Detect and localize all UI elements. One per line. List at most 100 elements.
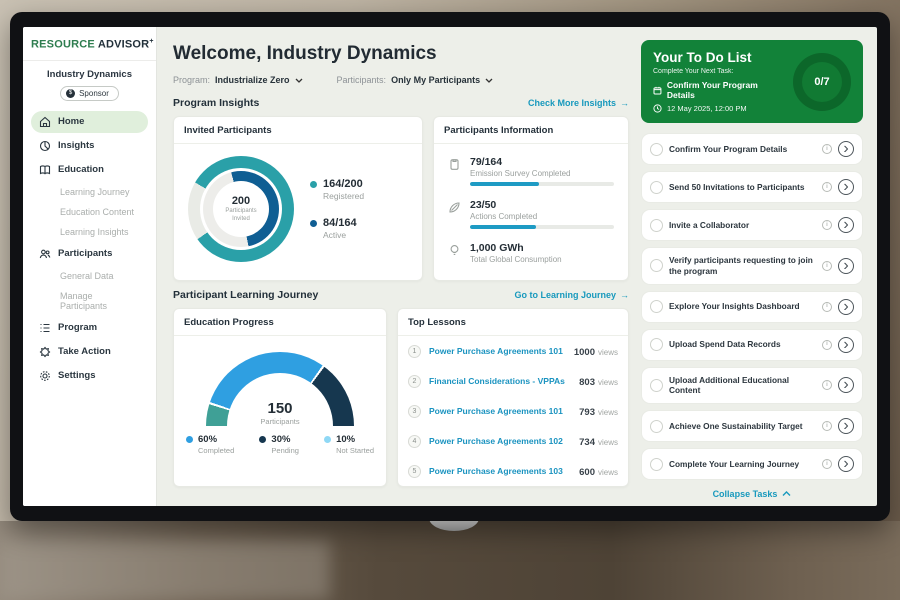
- legend-dot: [186, 436, 193, 443]
- info-icon[interactable]: i: [822, 182, 832, 192]
- gauge-center-label: Participants: [206, 417, 354, 426]
- chevron-right-icon: ›: [843, 417, 848, 435]
- progress-bar-fill: [470, 182, 539, 186]
- lesson-views: 793: [579, 407, 595, 418]
- logo-superscript: +: [149, 38, 153, 45]
- task-checkbox[interactable]: [650, 300, 663, 313]
- task-open-button[interactable]: ›: [838, 337, 854, 353]
- chevron-down-icon: [485, 78, 493, 83]
- sidebar-item-settings[interactable]: Settings: [31, 365, 148, 387]
- chevron-right-icon: ›: [843, 455, 848, 473]
- program-filter-value: Industrialize Zero: [215, 75, 290, 85]
- collapse-tasks-link[interactable]: Collapse Tasks: [641, 489, 863, 499]
- task-checkbox[interactable]: [650, 458, 663, 471]
- monitor-bezel: RESOURCE ADVISOR+ Industry Dynamics $ Sp…: [10, 12, 890, 521]
- lesson-rank: 3: [408, 405, 421, 418]
- todo-next-task: Confirm Your Program Details: [667, 80, 787, 100]
- calendar-icon: [653, 86, 662, 95]
- task-open-button[interactable]: ›: [838, 377, 854, 393]
- section-title: Program Insights: [173, 97, 259, 109]
- sidebar-item-insights[interactable]: Insights: [31, 135, 148, 157]
- legend-value: 84/164: [323, 217, 357, 229]
- info-icon[interactable]: i: [822, 302, 832, 312]
- sponsor-badge-label: Sponsor: [79, 89, 109, 98]
- task-checkbox[interactable]: [650, 219, 663, 232]
- info-icon[interactable]: i: [822, 421, 832, 431]
- lesson-link[interactable]: Financial Considerations - VPPAs: [429, 376, 571, 386]
- check-more-insights-link[interactable]: Check More Insights →: [528, 98, 629, 108]
- task-open-button[interactable]: ›: [838, 141, 854, 157]
- journey-cards-row: Education Progress 150 Participants 60%: [173, 308, 629, 487]
- sidebar-item-manage-participants[interactable]: Manage Participants: [31, 287, 148, 315]
- info-icon[interactable]: i: [822, 220, 832, 230]
- task-open-button[interactable]: ›: [838, 456, 854, 472]
- sidebar-item-learning-journey[interactable]: Learning Journey: [31, 183, 148, 201]
- top-lessons-card: Top Lessons 1 Power Purchase Agreements …: [397, 308, 629, 487]
- task-checkbox[interactable]: [650, 379, 663, 392]
- task-label: Upload Additional Educational Content: [669, 375, 816, 397]
- participants-filter-label: Participants:: [337, 75, 387, 85]
- clock-icon: [653, 104, 662, 113]
- legend-label: Pending: [271, 446, 299, 455]
- sidebar-item-education[interactable]: Education: [31, 159, 148, 181]
- lesson-link[interactable]: Power Purchase Agreements 101: [429, 406, 571, 416]
- lesson-link[interactable]: Power Purchase Agreements 103: [429, 466, 571, 476]
- sidebar-item-participants[interactable]: Participants: [31, 243, 148, 265]
- info-icon[interactable]: i: [822, 261, 832, 271]
- bulb-icon: [448, 244, 461, 257]
- task-open-button[interactable]: ›: [838, 299, 854, 315]
- task-open-button[interactable]: ›: [838, 418, 854, 434]
- views-label: views: [598, 408, 618, 417]
- info-icon[interactable]: i: [822, 144, 832, 154]
- info-icon[interactable]: i: [822, 340, 832, 350]
- participants-filter[interactable]: Participants: Only My Participants: [337, 75, 494, 85]
- stat-value: 23/50: [470, 199, 614, 211]
- stats-list: 79/164 Emission Survey Completed 23/50 A…: [434, 144, 628, 280]
- learning-journey-section: Participant Learning Journey Go to Learn…: [173, 289, 629, 301]
- lesson-link[interactable]: Power Purchase Agreements 102: [429, 436, 571, 446]
- progress-bar-track: [470, 225, 614, 229]
- sidebar-item-program[interactable]: Program: [31, 317, 148, 339]
- survey-icon: [448, 158, 461, 171]
- link-label: Go to Learning Journey: [514, 290, 616, 300]
- legend-value: 30%: [271, 434, 299, 445]
- legend-item-registered: 164/200 Registered: [310, 178, 364, 201]
- views-label: views: [598, 348, 618, 357]
- task-label: Verify participants requesting to join t…: [669, 255, 816, 277]
- task-checkbox[interactable]: [650, 338, 663, 351]
- go-to-learning-journey-link[interactable]: Go to Learning Journey →: [514, 290, 629, 300]
- task-open-button[interactable]: ›: [838, 258, 854, 274]
- stat-total-consumption: 1,000 GWh Total Global Consumption: [448, 242, 614, 268]
- sidebar-item-education-content[interactable]: Education Content: [31, 203, 148, 221]
- lesson-link[interactable]: Power Purchase Agreements 101: [429, 346, 566, 356]
- stat-label: Actions Completed: [470, 212, 614, 221]
- info-icon[interactable]: i: [822, 459, 832, 469]
- chevron-right-icon: ›: [843, 257, 848, 275]
- task-row: Confirm Your Program Details i ›: [641, 133, 863, 165]
- task-open-button[interactable]: ›: [838, 217, 854, 233]
- task-checkbox[interactable]: [650, 143, 663, 156]
- dashboard-screen: RESOURCE ADVISOR+ Industry Dynamics $ Sp…: [23, 27, 877, 506]
- chevron-right-icon: ›: [843, 216, 848, 234]
- program-icon: [39, 322, 51, 334]
- arrow-right-icon: →: [620, 290, 629, 300]
- task-checkbox[interactable]: [650, 420, 663, 433]
- sidebar-item-learning-insights[interactable]: Learning Insights: [31, 223, 148, 241]
- legend-dot: [310, 181, 317, 188]
- sidebar-item-take-action[interactable]: Take Action: [31, 341, 148, 363]
- task-checkbox[interactable]: [650, 259, 663, 272]
- info-icon[interactable]: i: [822, 380, 832, 390]
- chevron-right-icon: ›: [843, 336, 848, 354]
- gauge-center: 150 Participants: [206, 400, 354, 426]
- sidebar-item-general-data[interactable]: General Data: [31, 267, 148, 285]
- program-filter[interactable]: Program: Industrialize Zero: [173, 75, 303, 85]
- views-label: views: [598, 468, 618, 477]
- sidebar-item-home[interactable]: Home: [31, 111, 148, 133]
- sidebar-item-label: Insights: [58, 140, 94, 151]
- task-checkbox[interactable]: [650, 181, 663, 194]
- sponsor-icon: $: [66, 89, 75, 98]
- task-open-button[interactable]: ›: [838, 179, 854, 195]
- task-label: Complete Your Learning Journey: [669, 459, 816, 470]
- stat-label: Emission Survey Completed: [470, 169, 614, 178]
- app-logo: RESOURCE ADVISOR+: [31, 38, 148, 51]
